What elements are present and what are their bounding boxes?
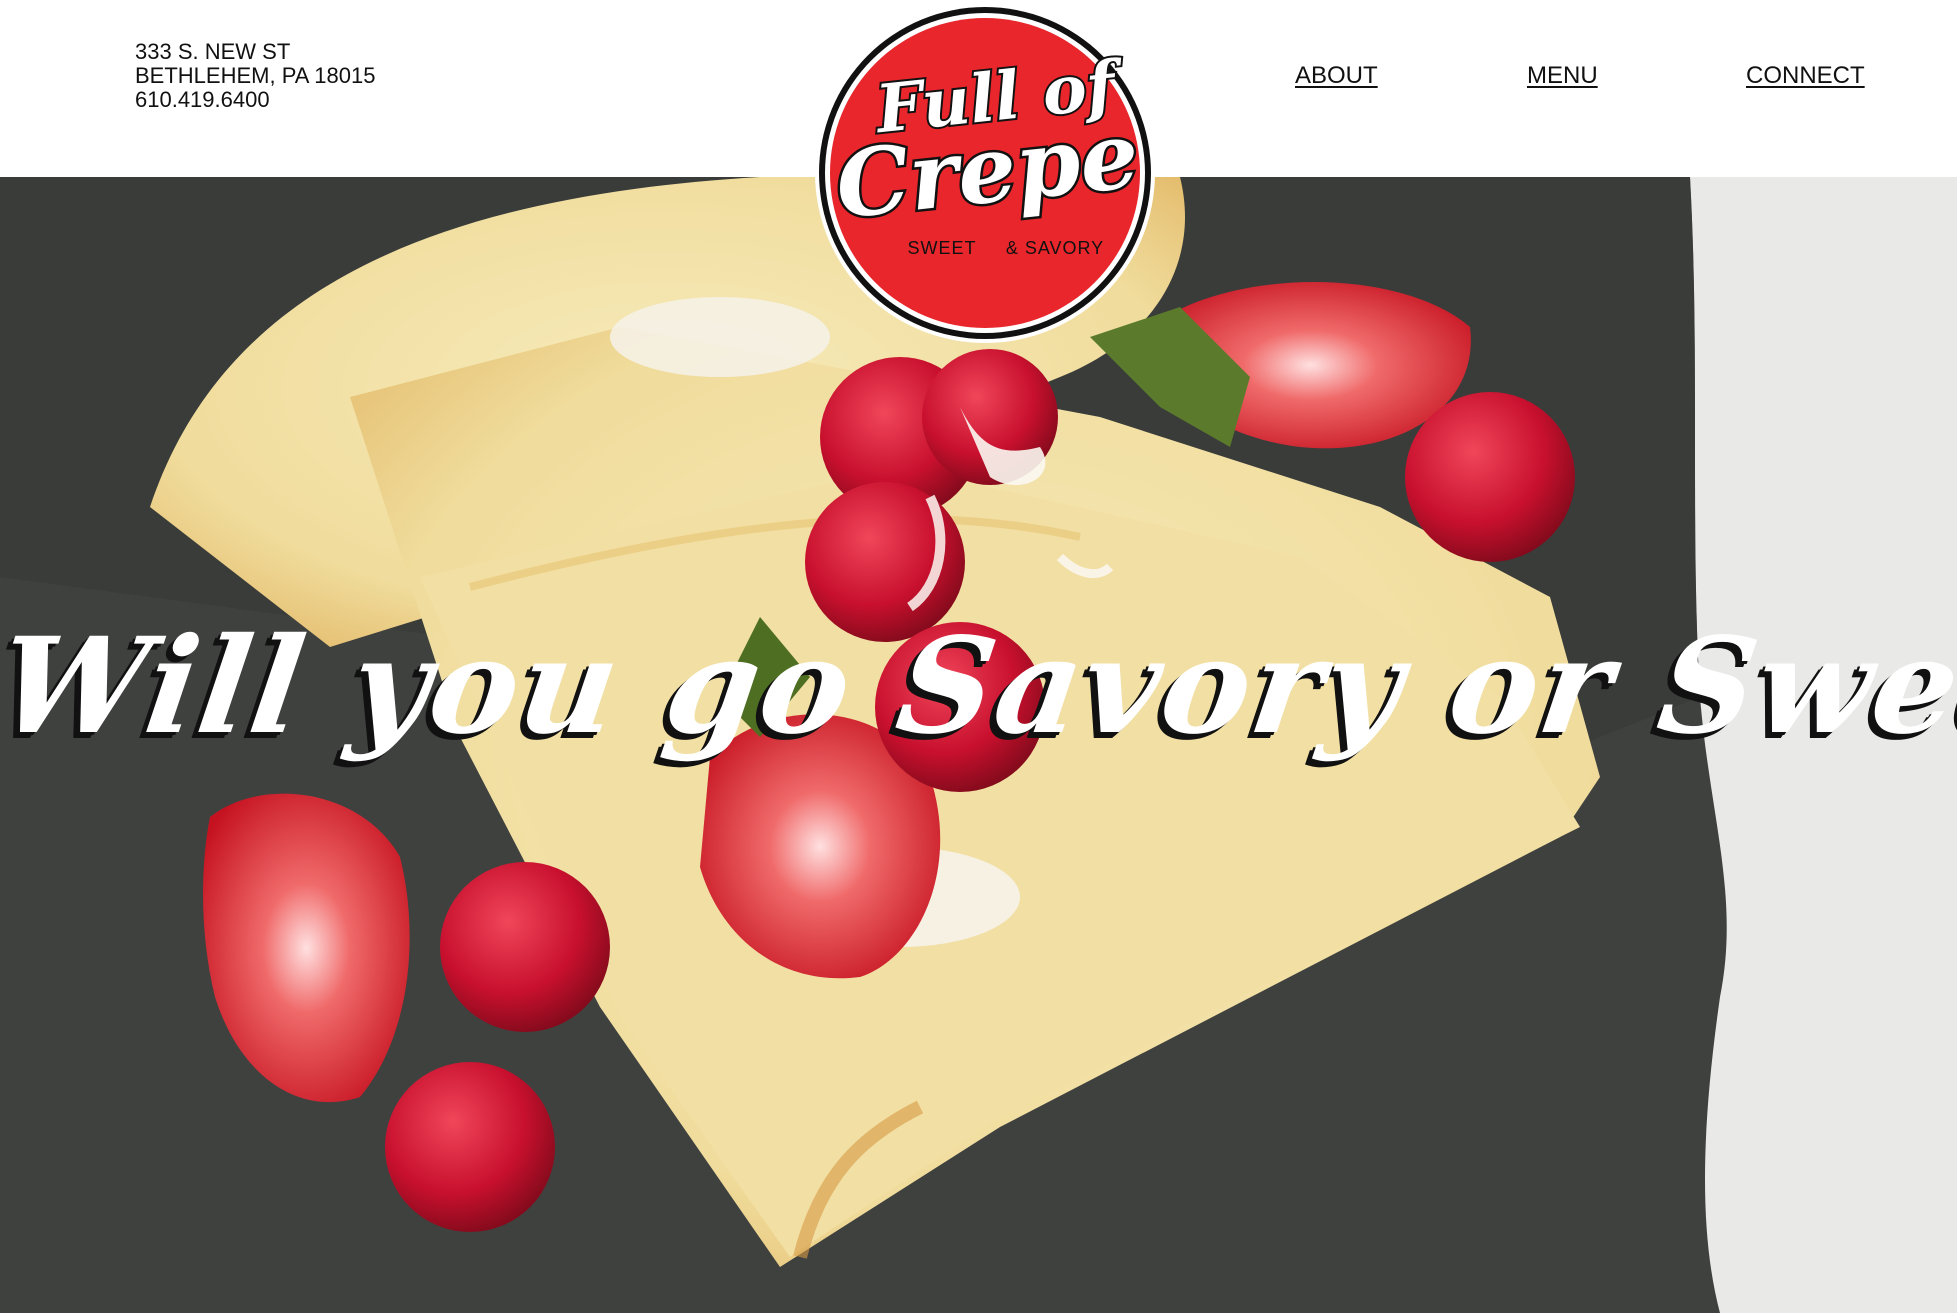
nav-about-link[interactable]: ABOUT bbox=[1295, 62, 1378, 90]
raspberry-6 bbox=[385, 1062, 555, 1232]
logo-badge: Full of Crepe SWEET & SAVORY bbox=[815, 3, 1155, 343]
logo-tag-savory: & SAVORY bbox=[1006, 238, 1104, 258]
raspberry-1 bbox=[1405, 392, 1575, 562]
hero-headline: Will you go Savory or Sweet? bbox=[0, 609, 1957, 764]
address-street: 333 S. NEW ST bbox=[135, 39, 291, 64]
page: 333 S. NEW ST BETHLEHEM, PA 18015 610.41… bbox=[0, 0, 1957, 1313]
nav-connect-link[interactable]: CONNECT bbox=[1746, 62, 1865, 90]
hero-section: Will you go Savory or Sweet? bbox=[0, 177, 1957, 1313]
raspberry-5 bbox=[440, 862, 610, 1032]
nav-menu-link[interactable]: MENU bbox=[1527, 62, 1598, 90]
logo-tag-sweet: SWEET bbox=[907, 238, 976, 258]
full-of-crepe-logo[interactable]: Full of Crepe SWEET & SAVORY bbox=[810, 2, 1160, 344]
